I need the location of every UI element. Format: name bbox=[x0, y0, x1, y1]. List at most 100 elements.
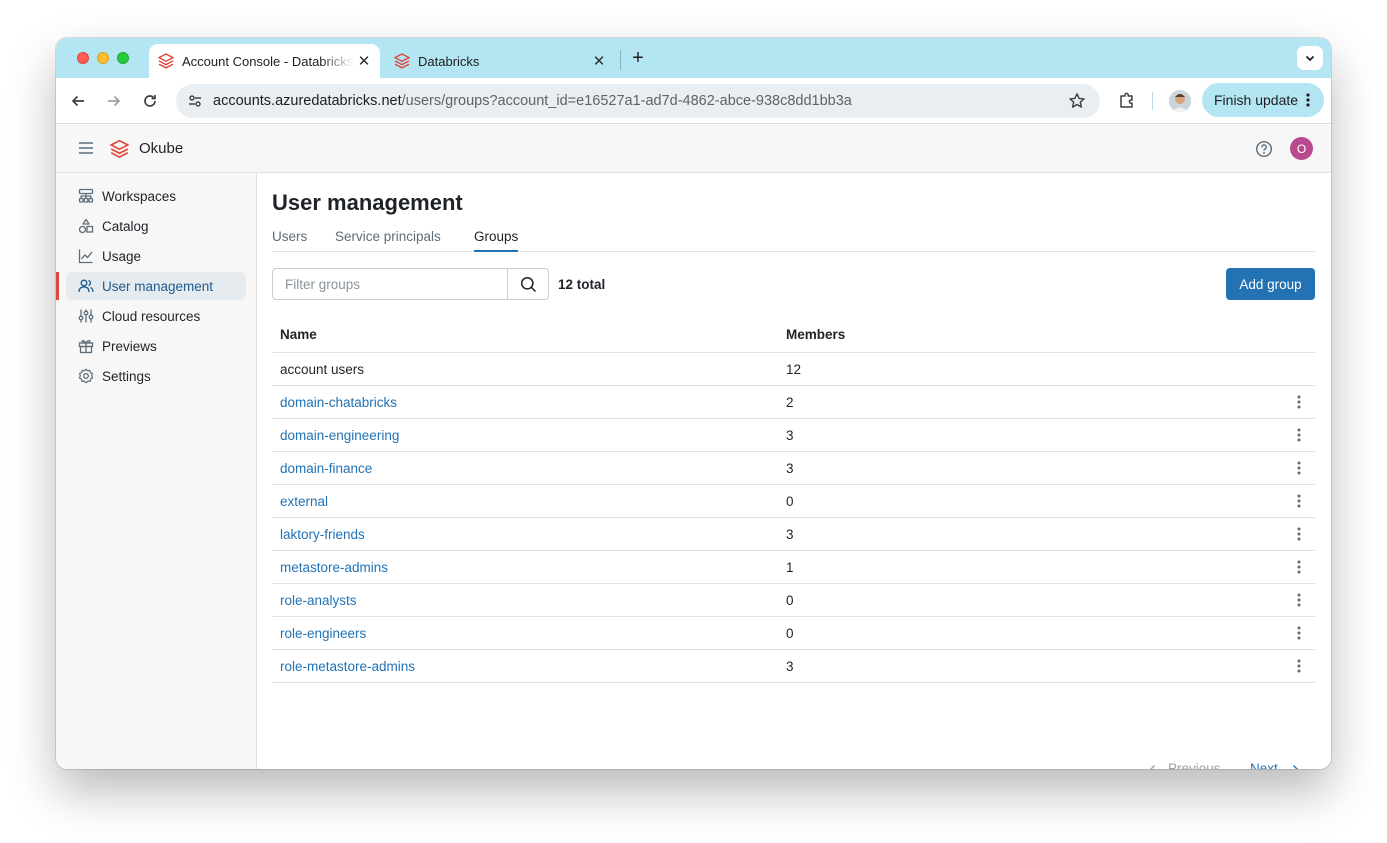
more-vert-icon bbox=[1297, 659, 1301, 673]
finish-update-button[interactable]: Finish update bbox=[1202, 83, 1324, 117]
more-vert-icon bbox=[1297, 428, 1301, 442]
table-row: laktory-friends 3 bbox=[272, 518, 1315, 551]
sliders-icon bbox=[78, 309, 94, 323]
databricks-logo-icon bbox=[110, 139, 129, 159]
row-actions-button[interactable] bbox=[1293, 460, 1305, 476]
reload-button[interactable] bbox=[140, 91, 160, 111]
profile-avatar[interactable] bbox=[1169, 90, 1191, 112]
row-actions-button[interactable] bbox=[1293, 625, 1305, 641]
sidebar-item-catalog[interactable]: Catalog bbox=[66, 212, 246, 240]
tab-title: Databricks bbox=[418, 53, 480, 69]
tab-groups[interactable]: Groups bbox=[474, 229, 519, 252]
row-actions-button[interactable] bbox=[1293, 592, 1305, 608]
group-name-link[interactable]: domain-engineering bbox=[280, 428, 399, 443]
row-actions-button[interactable] bbox=[1293, 394, 1305, 410]
puzzle-icon bbox=[1120, 92, 1133, 108]
group-name: account users bbox=[280, 362, 365, 377]
sidebar-item-cloud-resources[interactable]: Cloud resources bbox=[66, 302, 246, 330]
group-name-link[interactable]: metastore-admins bbox=[280, 560, 388, 575]
window-controls bbox=[77, 52, 129, 64]
close-tab-icon[interactable]: ✕ bbox=[354, 51, 374, 71]
row-actions-button[interactable] bbox=[1293, 559, 1305, 575]
search-button[interactable] bbox=[507, 269, 548, 299]
sidebar-item-workspaces[interactable]: Workspaces bbox=[66, 182, 246, 210]
table-row: role-analysts 0 bbox=[272, 584, 1315, 617]
databricks-logo-icon bbox=[158, 53, 174, 69]
extensions-button[interactable] bbox=[1118, 91, 1136, 114]
group-name-link[interactable]: domain-finance bbox=[280, 461, 372, 476]
member-count: 1 bbox=[786, 560, 794, 575]
tab-strip: Account Console - Databricks ✕ Databrick… bbox=[56, 38, 1331, 78]
total-count: 12 total bbox=[558, 277, 606, 292]
bookmark-button[interactable] bbox=[1068, 92, 1086, 115]
menu-icon[interactable] bbox=[78, 141, 94, 155]
group-name-link[interactable]: role-engineers bbox=[280, 626, 366, 641]
url-host: accounts.azuredatabricks.net bbox=[213, 93, 402, 109]
table-row: role-engineers 0 bbox=[272, 617, 1315, 650]
filter-box bbox=[272, 268, 549, 300]
tab-title: Account Console - Databricks bbox=[182, 53, 354, 69]
filter-groups-input[interactable] bbox=[273, 269, 507, 299]
new-tab-button[interactable]: + bbox=[628, 47, 648, 69]
next-page-button[interactable]: Next bbox=[1250, 761, 1300, 769]
column-header-members: Members bbox=[786, 327, 846, 342]
arrow-left-icon bbox=[71, 95, 84, 107]
previous-page-button[interactable]: Previous bbox=[1148, 761, 1221, 769]
row-actions-button[interactable] bbox=[1293, 658, 1305, 674]
chevron-right-icon bbox=[1292, 764, 1298, 769]
tab-service-principals[interactable]: Service principals bbox=[335, 229, 441, 252]
catalog-icon bbox=[78, 218, 94, 234]
more-vert-icon bbox=[1306, 93, 1310, 107]
table-row: metastore-admins 1 bbox=[272, 551, 1315, 584]
group-name-link[interactable]: role-analysts bbox=[280, 593, 357, 608]
sidebar-item-settings[interactable]: Settings bbox=[66, 362, 246, 390]
tab-bar: Users Service principals Groups bbox=[272, 229, 1315, 252]
member-count: 3 bbox=[786, 461, 794, 476]
close-window-button[interactable] bbox=[77, 52, 89, 64]
browser-tab-account-console[interactable]: Account Console - Databricks ✕ bbox=[149, 44, 380, 78]
group-name-link[interactable]: laktory-friends bbox=[280, 527, 365, 542]
more-vert-icon bbox=[1297, 593, 1301, 607]
address-bar[interactable]: accounts.azuredatabricks.net/users/group… bbox=[176, 84, 1100, 118]
sidebar-item-user-management[interactable]: User management bbox=[66, 272, 246, 300]
help-icon[interactable] bbox=[1255, 140, 1273, 158]
sidebar-item-previews[interactable]: Previews bbox=[66, 332, 246, 360]
arrow-right-icon bbox=[108, 95, 121, 107]
add-group-button[interactable]: Add group bbox=[1226, 268, 1315, 300]
workspaces-icon bbox=[78, 188, 94, 203]
chevron-down-icon bbox=[1305, 55, 1315, 62]
active-indicator bbox=[56, 272, 59, 300]
sidebar-item-label: User management bbox=[102, 278, 214, 294]
usage-chart-icon bbox=[78, 249, 93, 264]
gear-icon bbox=[78, 368, 94, 384]
gift-icon bbox=[78, 339, 94, 354]
row-actions-button[interactable] bbox=[1293, 526, 1305, 542]
user-avatar[interactable]: O bbox=[1290, 137, 1313, 160]
forward-button[interactable] bbox=[104, 91, 124, 111]
sidebar-item-label: Settings bbox=[102, 368, 151, 384]
site-info-button[interactable] bbox=[184, 90, 206, 112]
row-actions-button[interactable] bbox=[1293, 493, 1305, 509]
close-tab-icon[interactable]: ✕ bbox=[589, 51, 609, 71]
tab-search-button[interactable] bbox=[1297, 46, 1323, 70]
member-count: 12 bbox=[786, 362, 802, 377]
row-actions-button[interactable] bbox=[1293, 427, 1305, 443]
toolbar-divider bbox=[1152, 92, 1153, 110]
tune-icon bbox=[189, 95, 201, 107]
group-name-link[interactable]: domain-chatabricks bbox=[280, 395, 397, 410]
tab-users[interactable]: Users bbox=[272, 229, 307, 252]
sidebar-item-label: Usage bbox=[102, 248, 142, 264]
member-count: 0 bbox=[786, 593, 794, 608]
previous-label: Previous bbox=[1168, 761, 1221, 769]
group-name-link[interactable]: external bbox=[280, 494, 328, 509]
browser-tab-databricks[interactable]: Databricks ✕ bbox=[385, 44, 615, 78]
tab-divider bbox=[620, 50, 621, 70]
table-row: role-metastore-admins 3 bbox=[272, 650, 1315, 683]
table-row: external 0 bbox=[272, 485, 1315, 518]
group-name-link[interactable]: role-metastore-admins bbox=[280, 659, 415, 674]
minimize-window-button[interactable] bbox=[97, 52, 109, 64]
member-count: 3 bbox=[786, 659, 794, 674]
zoom-window-button[interactable] bbox=[117, 52, 129, 64]
back-button[interactable] bbox=[68, 91, 88, 111]
sidebar-item-usage[interactable]: Usage bbox=[66, 242, 246, 270]
